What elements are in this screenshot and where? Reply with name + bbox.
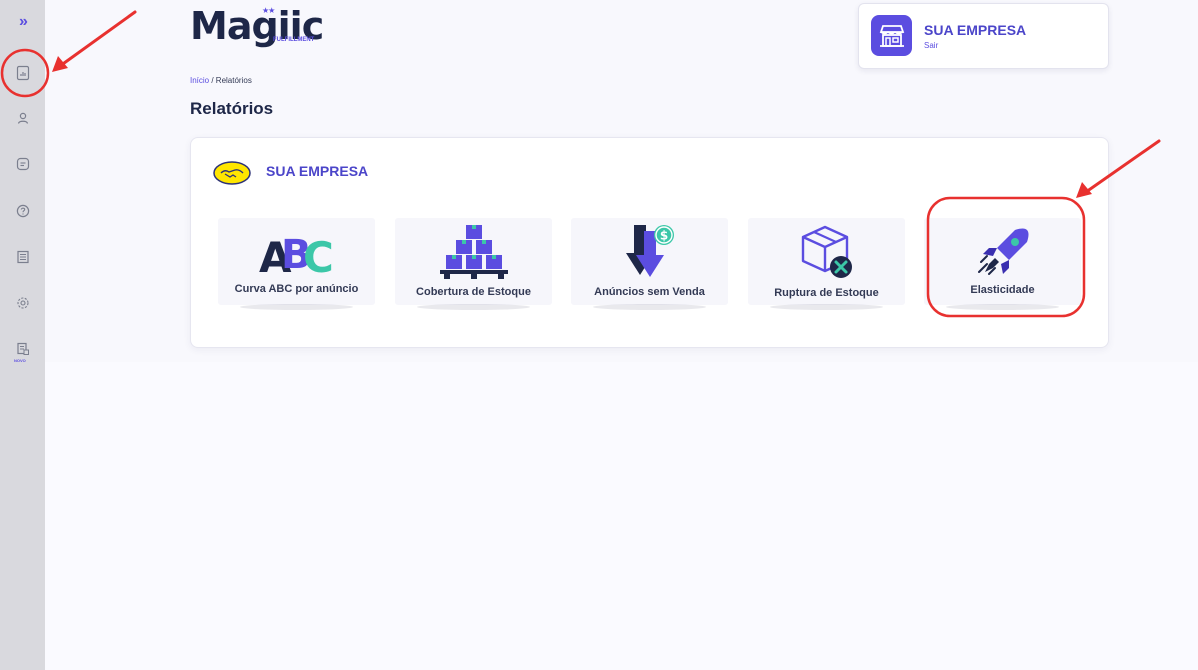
settings-icon — [16, 297, 29, 309]
document-new-icon — [16, 342, 29, 355]
user-icon — [17, 112, 28, 124]
report-card-abc-curve[interactable]: A B C Curva ABC por anúncio — [218, 218, 375, 310]
report-card-elasticity[interactable]: Elasticidade — [924, 218, 1081, 310]
logo-stars-icon: ★★ — [262, 6, 275, 15]
rocket-icon — [977, 228, 1028, 275]
box-x-icon — [801, 225, 852, 278]
breadcrumb-current: Relatórios — [215, 76, 252, 85]
expand-sidebar-button[interactable]: » — [0, 8, 45, 36]
store-icon — [871, 15, 912, 56]
reports-panel: SUA EMPRESA A B C Curva ABC por anúncio … — [190, 137, 1109, 348]
sidebar-item-help[interactable] — [0, 197, 45, 225]
logout-link[interactable]: Sair — [924, 41, 938, 50]
report-label: Elasticidade — [970, 284, 1035, 296]
report-label: Cobertura de Estoque — [416, 286, 531, 298]
report-card-stock-rupture[interactable]: Ruptura de Estoque — [748, 218, 905, 310]
help-icon — [16, 204, 29, 218]
arrow-down-dollar-icon: $ — [625, 225, 674, 277]
sidebar-item-messages[interactable] — [0, 150, 45, 178]
list-icon — [16, 250, 29, 264]
sidebar-item-settings[interactable] — [0, 289, 45, 317]
messages-icon — [16, 157, 29, 171]
abc-icon: A B C — [259, 232, 334, 276]
content-lower-area — [45, 362, 1198, 670]
brand-logo-sub: FULFILLMENT — [273, 37, 315, 43]
sidebar: » NOVO — [0, 0, 45, 670]
report-card-ads-without-sales[interactable]: $ Anúncios sem Venda — [571, 218, 728, 310]
company-name: SUA EMPRESA — [924, 22, 1027, 38]
reports-icon — [16, 65, 29, 81]
report-card-stock-coverage[interactable]: Cobertura de Estoque — [395, 218, 552, 310]
breadcrumb-home[interactable]: Início — [190, 76, 209, 85]
sidebar-item-user[interactable] — [0, 104, 45, 132]
new-badge: NOVO — [14, 358, 26, 363]
breadcrumb: Início / Relatórios — [190, 76, 252, 85]
boxes-stack-icon — [439, 225, 508, 279]
svg-text:$: $ — [659, 229, 667, 243]
page-title: Relatórios — [190, 99, 274, 118]
company-card: SUA EMPRESA Sair — [858, 3, 1109, 69]
report-label: Ruptura de Estoque — [774, 287, 879, 299]
report-label: Anúncios sem Venda — [594, 286, 705, 298]
sidebar-item-list[interactable] — [0, 243, 45, 271]
sidebar-item-reports[interactable] — [0, 59, 45, 87]
panel-company-name: SUA EMPRESA — [266, 163, 369, 179]
mercado-livre-logo-icon — [213, 161, 251, 185]
report-label: Curva ABC por anúncio — [234, 283, 359, 295]
chevrons-right-icon: » — [19, 13, 28, 30]
breadcrumb-separator: / — [209, 76, 216, 85]
svg-text:C: C — [303, 233, 334, 276]
